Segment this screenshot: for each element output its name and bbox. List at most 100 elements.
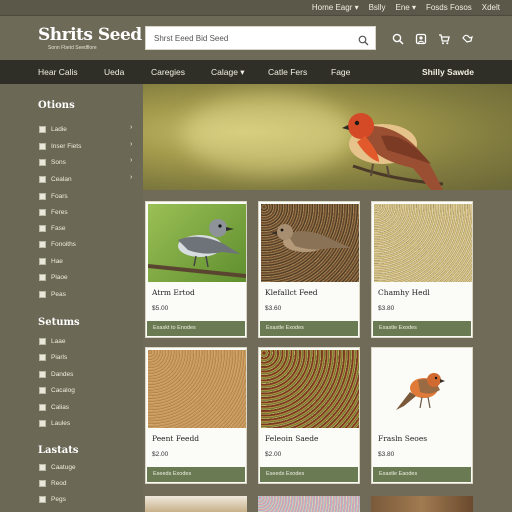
product-card[interactable]: Klefallct Feed $3.60 Exastle Exodes	[258, 201, 360, 338]
filter-option[interactable]: Plaoe	[39, 272, 68, 282]
cart-icon[interactable]	[438, 32, 450, 45]
product-card[interactable]: Frasln Seoes $3.80 Exastle Eaodes	[371, 347, 473, 484]
utility-links: Home Eagr ▾ Bslly Ene ▾ Fosds Fosos Xdel…	[312, 3, 500, 12]
utility-link-home[interactable]: Home Eagr ▾	[312, 3, 359, 12]
search-icon[interactable]	[358, 33, 369, 51]
top-utility-bar: Home Eagr ▾ Bslly Ene ▾ Fosds Fosos Xdel…	[0, 0, 512, 16]
settings-icon[interactable]	[461, 32, 473, 44]
filter-option[interactable]: Pegs	[39, 494, 66, 504]
chevron-right-icon[interactable]: ›	[130, 141, 132, 148]
filter-option[interactable]: Hae	[39, 256, 63, 266]
chevron-right-icon[interactable]: ›	[130, 124, 132, 131]
checkbox[interactable]	[39, 142, 46, 150]
filter-option[interactable]: Reod	[39, 478, 67, 488]
checkbox[interactable]	[39, 386, 46, 394]
checkbox[interactable]	[39, 495, 46, 503]
product-name[interactable]: Chamhy Hedl	[378, 288, 430, 297]
filter-option-label: Inser Fiets	[51, 142, 82, 150]
filter-option[interactable]: Fase	[39, 223, 65, 233]
filter-option[interactable]: Peas	[39, 289, 66, 299]
product-image-millet-seed	[374, 204, 472, 282]
utility-link-5[interactable]: Xdelt	[482, 3, 500, 12]
product-card-partial[interactable]	[258, 496, 360, 512]
checkbox[interactable]	[39, 273, 46, 281]
filter-option-label: Cealan	[51, 175, 72, 183]
product-image-robin	[374, 350, 472, 428]
sidebar-heading-options: Otions	[38, 100, 75, 111]
filter-option[interactable]: Laae	[39, 336, 65, 346]
nav-item-categories[interactable]: Caregies	[151, 67, 185, 77]
checkbox[interactable]	[39, 370, 46, 378]
add-to-cart-button[interactable]: Eseeds Exodes	[260, 467, 358, 482]
filter-option-label: Calias	[51, 403, 70, 411]
checkbox[interactable]	[39, 479, 46, 487]
add-to-cart-button[interactable]: Exastle Exodes	[260, 321, 358, 336]
checkbox[interactable]	[39, 403, 46, 411]
filter-option[interactable]: Caatuge	[39, 462, 76, 472]
filter-option[interactable]: Cealan ›	[39, 174, 132, 184]
checkbox[interactable]	[39, 224, 46, 232]
product-card[interactable]: Peent Feedd $2.00 Eseeds Exodes	[145, 347, 247, 484]
product-price: $3.60	[265, 305, 282, 312]
filter-option[interactable]: Dandes	[39, 369, 73, 379]
product-name[interactable]: Peent Feedd	[152, 434, 199, 443]
utility-link-2[interactable]: Bslly	[369, 3, 386, 12]
filter-option[interactable]: Laules	[39, 418, 70, 428]
product-card[interactable]: Atrm Ertod $5.00 Exaskt to Enodes	[145, 201, 247, 338]
product-card[interactable]: Chamhy Hedl $3.80 Exastle Exodes	[371, 201, 473, 338]
filter-option-label: Laae	[51, 337, 66, 345]
checkbox[interactable]	[39, 192, 46, 200]
checkbox[interactable]	[39, 257, 46, 265]
logo-tagline: Sonn Fbetd Seedflore	[48, 45, 97, 51]
product-name[interactable]: Frasln Seoes	[378, 434, 427, 443]
utility-link-3[interactable]: Ene ▾	[395, 3, 415, 12]
checkbox[interactable]	[39, 290, 46, 298]
filter-option[interactable]: Inser Fiets ›	[39, 141, 132, 151]
nav-item-special[interactable]: Shilly Sawde	[422, 67, 474, 77]
search-input[interactable]	[146, 27, 346, 49]
checkbox[interactable]	[39, 419, 46, 427]
profile-icon[interactable]	[415, 32, 427, 45]
site-logo[interactable]: Shrits Seed Sonn Fbetd Seedflore	[38, 26, 142, 51]
product-price: $2.00	[265, 451, 282, 458]
product-price: $2.00	[152, 451, 169, 458]
filter-option-label: Feres	[51, 208, 68, 216]
checkbox[interactable]	[39, 337, 46, 345]
main-nav: Hear Calis Ueda Caregies Calage ▾ Catle …	[0, 60, 512, 84]
add-to-cart-button[interactable]: Exastle Exodes	[373, 321, 471, 336]
filter-option[interactable]: Sons ›	[39, 157, 132, 167]
add-to-cart-button[interactable]: Eseeds Exodes	[147, 467, 245, 482]
checkbox[interactable]	[39, 175, 46, 183]
chevron-right-icon[interactable]: ›	[130, 174, 132, 181]
checkbox[interactable]	[39, 208, 46, 216]
product-name[interactable]: Feleoin Saede	[265, 434, 319, 443]
checkbox[interactable]	[39, 158, 46, 166]
product-name[interactable]: Klefallct Feed	[265, 288, 318, 297]
utility-link-4[interactable]: Fosds Fosos	[426, 3, 472, 12]
nav-item-6[interactable]: Fage	[331, 67, 350, 77]
product-card-partial[interactable]	[145, 496, 247, 512]
add-to-cart-button[interactable]: Exastle Eaodes	[373, 467, 471, 482]
chevron-right-icon[interactable]: ›	[130, 157, 132, 164]
filter-option[interactable]: Ladie ›	[39, 124, 132, 134]
nav-item-1[interactable]: Hear Calis	[38, 67, 78, 77]
checkbox[interactable]	[39, 125, 46, 133]
product-card[interactable]: Feleoin Saede $2.00 Eseeds Exodes	[258, 347, 360, 484]
search-icon[interactable]	[392, 32, 404, 45]
filter-option[interactable]: Cacalog	[39, 385, 75, 395]
checkbox[interactable]	[39, 353, 46, 361]
add-to-cart-button[interactable]: Exaskt to Enodes	[147, 321, 245, 336]
filter-option[interactable]: Piarls	[39, 352, 67, 362]
filter-option[interactable]: Fonoiths	[39, 239, 76, 249]
checkbox[interactable]	[39, 240, 46, 248]
filter-option[interactable]: Feres	[39, 207, 68, 217]
nav-item-2[interactable]: Ueda	[104, 67, 124, 77]
nav-item-5[interactable]: Catle Fers	[268, 67, 307, 77]
hero-banner[interactable]	[143, 84, 512, 190]
checkbox[interactable]	[39, 463, 46, 471]
filter-option[interactable]: Calias	[39, 402, 69, 412]
product-card-partial[interactable]	[371, 496, 473, 512]
product-name[interactable]: Atrm Ertod	[152, 288, 195, 297]
nav-item-4[interactable]: Calage ▾	[211, 67, 245, 78]
filter-option[interactable]: Foars	[39, 191, 68, 201]
